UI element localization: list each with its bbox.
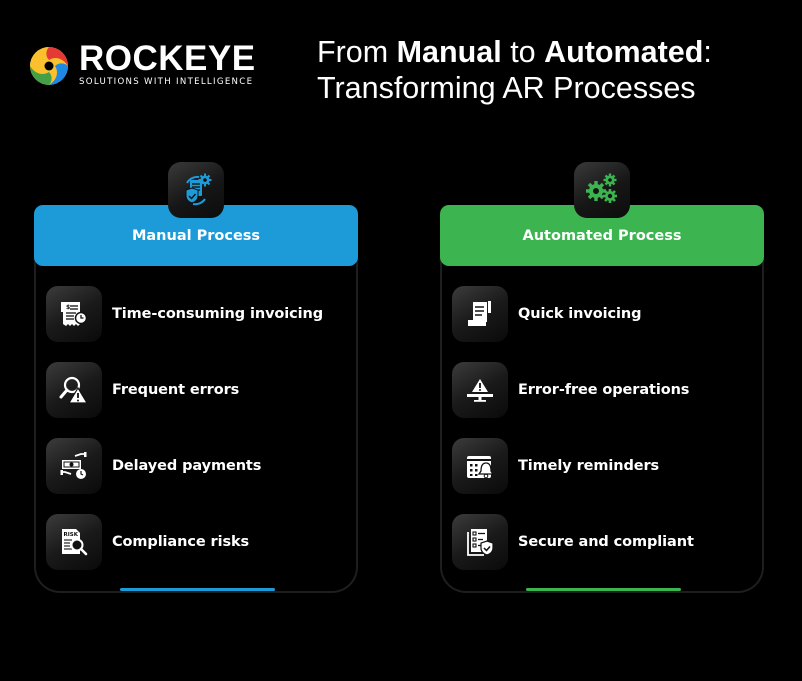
list-item: Frequent errors	[46, 362, 323, 418]
item-icon-box	[46, 438, 102, 494]
monitor-warning-icon	[467, 379, 493, 402]
item-icon-box: $	[46, 286, 102, 342]
card-badge	[168, 162, 224, 218]
item-label: Error-free operations	[518, 382, 690, 398]
automated-items-list: Quick invoicing Error-free operations Ti…	[452, 286, 694, 590]
page-title: From Manual to Automated: Transforming A…	[317, 34, 712, 106]
magnifier-warning-icon	[59, 376, 89, 404]
brand-tagline: SOLUTIONS WITH INTELLIGENCE	[79, 77, 254, 87]
item-icon-box	[452, 286, 508, 342]
title-text: From	[317, 35, 397, 69]
money-clock-icon	[60, 452, 87, 479]
item-label: Frequent errors	[112, 382, 240, 398]
manual-items-list: $ Time-consuming invoicing Frequent erro…	[46, 286, 323, 590]
brand-name: ROCKEYE	[79, 39, 256, 78]
list-item: Delayed payments	[46, 438, 323, 494]
document-shield-gear-icon	[185, 173, 212, 206]
swirl-logo-icon	[30, 46, 68, 85]
scroll-invoice-icon	[468, 301, 491, 326]
manual-process-card: Manual Process $ Time-consuming invoicin…	[34, 162, 358, 593]
title-emphasis-manual: Manual	[396, 35, 502, 69]
list-item: $ Time-consuming invoicing	[46, 286, 323, 342]
item-icon-box	[46, 362, 102, 418]
calendar-bell-icon	[467, 456, 495, 479]
list-item: Quick invoicing	[452, 286, 694, 342]
list-item: RISK Compliance risks	[46, 514, 323, 570]
list-item: Error-free operations	[452, 362, 694, 418]
item-label: Compliance risks	[112, 534, 250, 550]
automated-process-card: Automated Process Quick invoicing Error-…	[440, 162, 764, 593]
item-icon-box: RISK	[46, 514, 102, 570]
item-icon-box	[452, 514, 508, 570]
gears-icon	[586, 173, 617, 203]
brand-logo: ROCKEYE SOLUTIONS WITH INTELLIGENCE	[29, 39, 256, 87]
title-emphasis-automated: Automated	[544, 35, 704, 69]
list-item: Timely reminders	[452, 438, 694, 494]
title-text: to	[501, 35, 545, 69]
item-label: Secure and compliant	[518, 534, 694, 550]
item-label: Timely reminders	[518, 458, 660, 474]
svg-text:$: $	[66, 304, 70, 311]
item-icon-box	[452, 438, 508, 494]
item-label: Time-consuming invoicing	[112, 306, 324, 322]
item-icon-box	[452, 362, 508, 418]
receipt-clock-icon: $	[61, 302, 88, 326]
risk-document-search-icon: RISK	[62, 529, 88, 556]
item-label: Delayed payments	[112, 458, 262, 474]
svg-text:RISK: RISK	[64, 532, 79, 538]
title-text: :	[703, 35, 712, 69]
title-subline: Transforming AR Processes	[317, 71, 696, 105]
item-label: Quick invoicing	[518, 306, 642, 322]
card-badge	[574, 162, 630, 218]
checklist-shield-icon	[467, 529, 494, 556]
list-item: Secure and compliant	[452, 514, 694, 570]
